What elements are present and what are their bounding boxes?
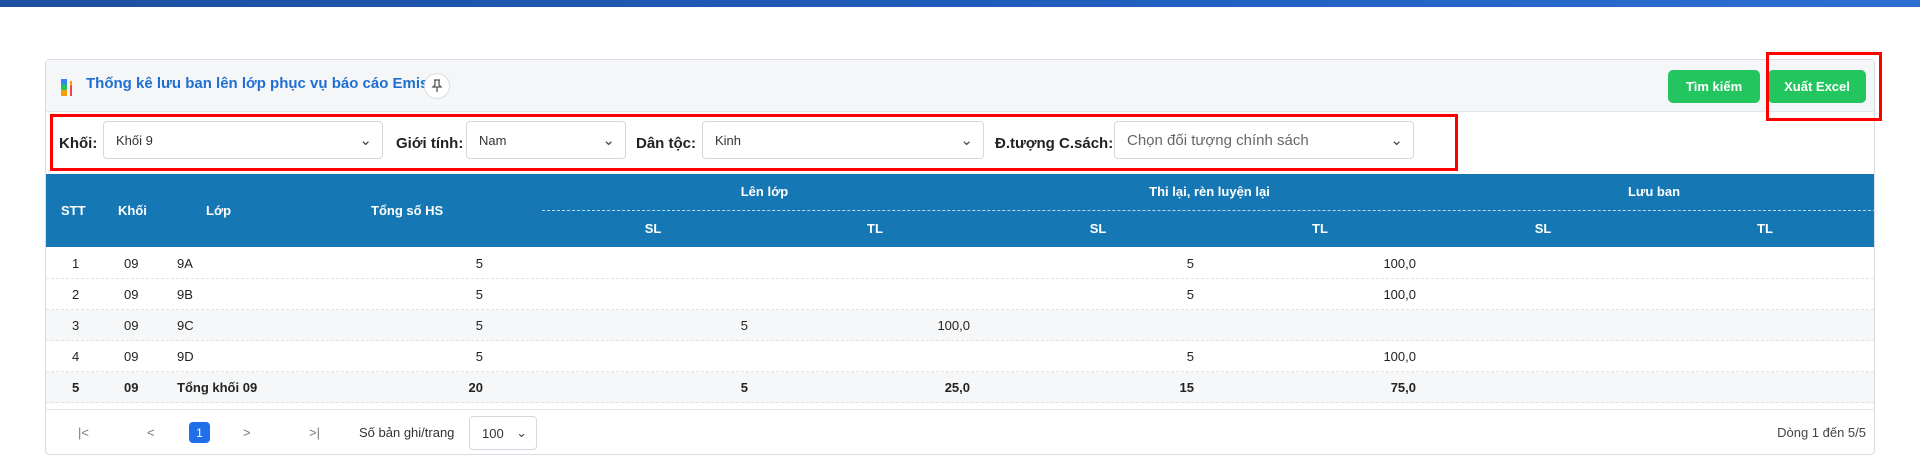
- prev-page-button[interactable]: <: [147, 425, 155, 440]
- col-khoi: Khối: [118, 203, 147, 218]
- table-row: 4 09 9D 5 5 100,0: [46, 341, 1874, 372]
- cell-len-sl: 5: [740, 380, 748, 395]
- record-count: Dòng 1 đến 5/5: [1777, 425, 1866, 440]
- pagination: |< < 1 > >| Số bản ghi/trang 100 ⌄ Dòng …: [46, 409, 1874, 455]
- col-thi-tl: TL: [1312, 221, 1328, 236]
- cell-thi-sl: 5: [1186, 287, 1194, 302]
- cell-stt: 4: [72, 349, 80, 364]
- col-len-sl: SL: [644, 221, 662, 236]
- cell-thi-tl: 100,0: [1383, 349, 1416, 364]
- pin-button[interactable]: [424, 73, 450, 99]
- search-button[interactable]: Tìm kiếm: [1668, 70, 1760, 103]
- cell-thi-tl: 100,0: [1383, 287, 1416, 302]
- cell-lop: Tổng khối 09: [177, 380, 258, 395]
- next-page-button[interactable]: >: [243, 425, 251, 440]
- cell-lop: 9A: [177, 256, 193, 271]
- col-tong: Tổng số HS: [371, 203, 444, 218]
- cell-tong: 5: [475, 318, 483, 333]
- cell-tong: 5: [475, 349, 483, 364]
- highlight-excel: [1766, 52, 1882, 121]
- cell-khoi: 09: [124, 380, 139, 395]
- header-divider: [542, 210, 1876, 211]
- cell-tong: 5: [475, 287, 483, 302]
- col-stt: STT: [61, 203, 86, 218]
- cell-len-tl: 100,0: [937, 318, 970, 333]
- page-title: Thống kê lưu ban lên lớp phục vụ báo cáo…: [86, 75, 429, 92]
- report-chart-icon: [61, 79, 73, 96]
- table-total-row: 5 09 Tổng khối 09 20 5 25,0 15 75,0: [46, 372, 1874, 403]
- col-lop: Lớp: [206, 203, 232, 218]
- cell-lop: 9C: [177, 318, 194, 333]
- last-page-button[interactable]: >|: [309, 425, 320, 440]
- table-header: STT Khối Lớp Tổng số HS Lên lớp Thi lại,…: [46, 174, 1876, 247]
- cell-khoi: 09: [124, 349, 139, 364]
- cell-len-sl: 5: [740, 318, 748, 333]
- cell-stt: 1: [72, 256, 80, 271]
- col-luuban: Lưu ban: [1627, 184, 1681, 199]
- top-bar: [0, 0, 1920, 7]
- table-row: 2 09 9B 5 5 100,0: [46, 279, 1874, 310]
- cell-stt: 3: [72, 318, 80, 333]
- col-len-tl: TL: [867, 221, 883, 236]
- table-row: 1 09 9A 5 5 100,0: [46, 248, 1874, 279]
- cell-tong: 20: [468, 380, 483, 395]
- table-row: 3 09 9C 5 5 100,0: [46, 310, 1874, 341]
- pin-icon: [431, 79, 443, 92]
- chevron-down-icon: ⌄: [516, 425, 527, 440]
- cell-len-tl: 25,0: [944, 380, 970, 395]
- cell-stt: 2: [72, 287, 80, 302]
- page-1-button[interactable]: 1: [189, 422, 210, 443]
- col-luu-tl: TL: [1757, 221, 1773, 236]
- cell-stt: 5: [72, 380, 80, 395]
- cell-khoi: 09: [124, 287, 139, 302]
- cell-khoi: 09: [124, 318, 139, 333]
- panel-header: Thống kê lưu ban lên lớp phục vụ báo cáo…: [46, 60, 1874, 112]
- first-page-button[interactable]: |<: [78, 425, 89, 440]
- cell-thi-tl: 75,0: [1390, 380, 1416, 395]
- cell-lop: 9D: [177, 349, 194, 364]
- cell-thi-tl: 100,0: [1383, 256, 1416, 271]
- page-size-value: 100: [482, 426, 504, 441]
- col-lenlop: Lên lớp: [740, 184, 789, 199]
- cell-thi-sl: 5: [1186, 349, 1194, 364]
- cell-tong: 5: [475, 256, 483, 271]
- page-size-select[interactable]: 100 ⌄: [469, 416, 537, 450]
- page-size-label: Số bản ghi/trang: [359, 425, 455, 440]
- col-luu-sl: SL: [1534, 221, 1552, 236]
- cell-khoi: 09: [124, 256, 139, 271]
- col-thilai: Thi lại, rèn luyện lại: [1149, 184, 1270, 199]
- highlight-filters: [50, 114, 1458, 171]
- col-thi-sl: SL: [1089, 221, 1107, 236]
- cell-lop: 9B: [177, 287, 193, 302]
- cell-thi-sl: 15: [1179, 380, 1194, 395]
- cell-thi-sl: 5: [1186, 256, 1194, 271]
